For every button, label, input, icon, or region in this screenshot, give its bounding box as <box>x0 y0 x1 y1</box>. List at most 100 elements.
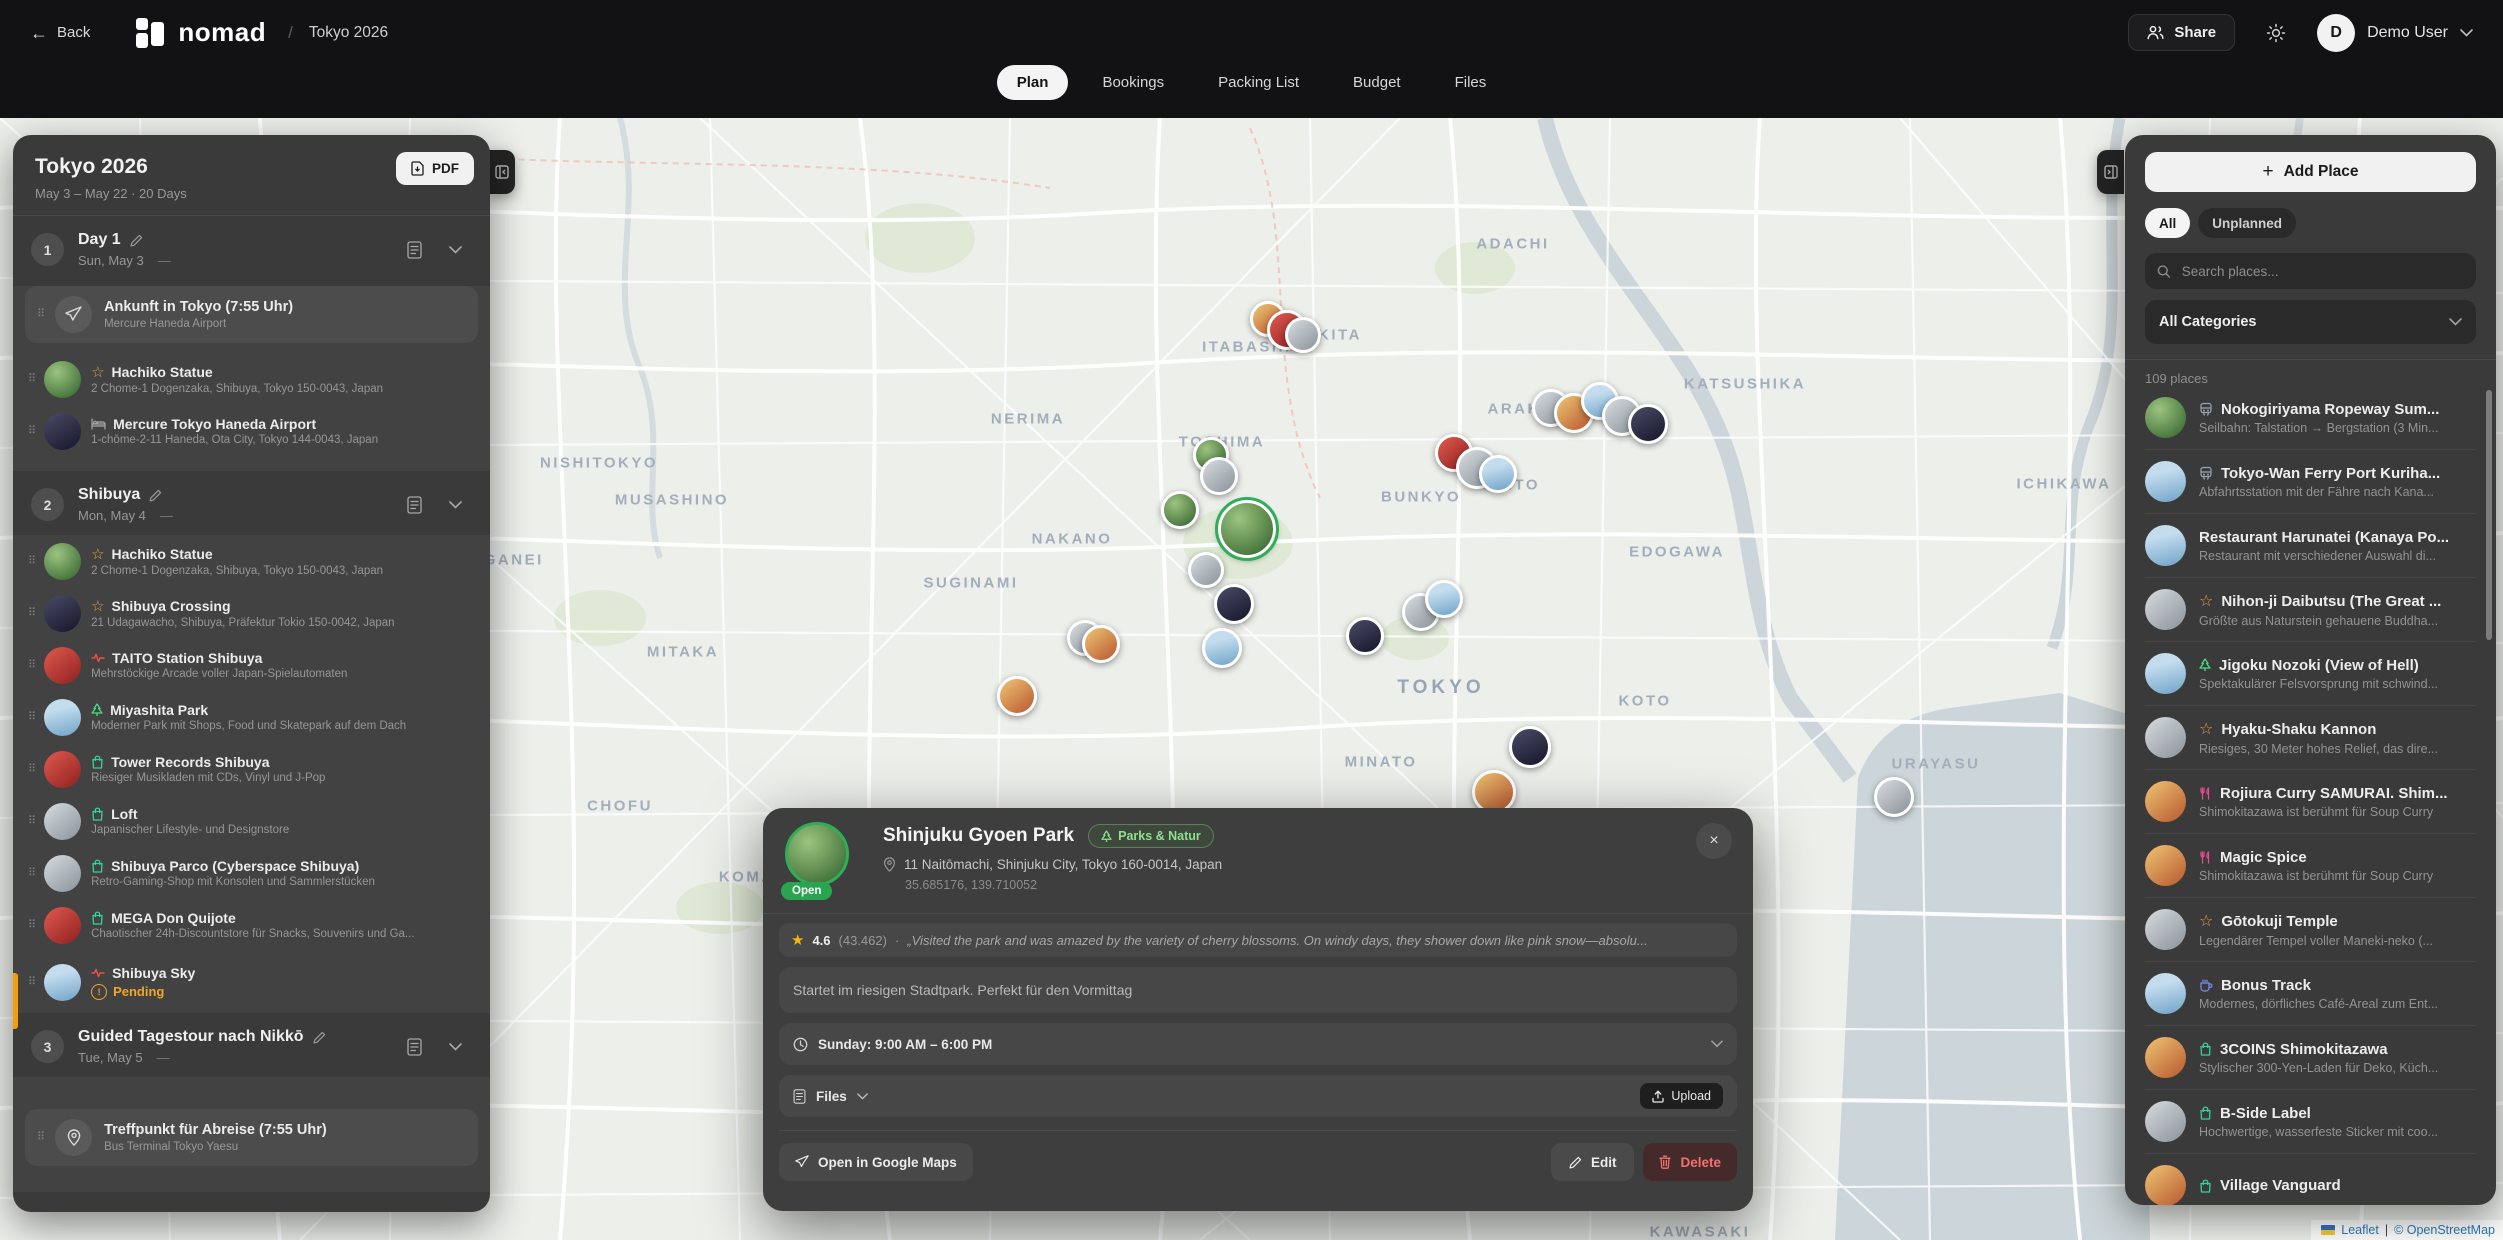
theme-toggle-button[interactable] <box>2259 16 2293 50</box>
place-row[interactable]: Bonus Track Modernes, dörfliches Café-Ar… <box>2145 962 2476 1026</box>
day-header-3[interactable]: 3 Guided Tagestour nach Nikkō Tue, May 5… <box>13 1013 490 1077</box>
drag-handle-icon[interactable]: ⠿ <box>28 920 34 931</box>
map-marker[interactable] <box>1200 457 1238 495</box>
drag-handle-icon[interactable]: ⠿ <box>28 556 34 567</box>
place-row[interactable]: Nokogiriyama Ropeway Sum... Seilbahn: Ta… <box>2145 386 2476 450</box>
place-item[interactable]: ⠿ ☆Hachiko Statue 2 Chome-1 Dogenzaka, S… <box>13 535 490 587</box>
map-marker[interactable] <box>1509 726 1551 768</box>
place-item[interactable]: ⠿ ☆Hachiko Statue 2 Chome-1 Dogenzaka, S… <box>13 353 490 405</box>
pencil-icon[interactable] <box>130 234 143 247</box>
pencil-icon[interactable] <box>313 1031 326 1044</box>
brand-logo[interactable]: nomad <box>134 16 266 50</box>
day-header-2[interactable]: 2 Shibuya Mon, May 4— <box>13 471 490 535</box>
place-row[interactable]: Restaurant Harunatei (Kanaya Po... Resta… <box>2145 514 2476 578</box>
place-item[interactable]: ⠿ Loft Japanischer Lifestyle- und Design… <box>13 795 490 847</box>
place-title: 3COINS Shimokitazawa <box>2220 1041 2388 1058</box>
drag-handle-icon[interactable]: ⠿ <box>28 977 34 988</box>
collapse-right-panel-button[interactable] <box>2097 150 2124 194</box>
chevron-down-icon[interactable] <box>449 501 462 509</box>
filter-all[interactable]: All <box>2145 208 2190 238</box>
drag-handle-icon[interactable]: ⠿ <box>28 426 34 437</box>
back-button[interactable]: ← Back <box>30 24 90 42</box>
share-button[interactable]: Share <box>2128 14 2235 51</box>
tab-files[interactable]: Files <box>1435 65 1507 100</box>
place-row[interactable]: B-Side Label Hochwertige, wasserfeste St… <box>2145 1090 2476 1154</box>
place-row[interactable]: 3COINS Shimokitazawa Stylischer 300-Yen-… <box>2145 1026 2476 1090</box>
place-row[interactable]: Jigoku Nozoki (View of Hell) Spektakulär… <box>2145 642 2476 706</box>
place-row[interactable]: Tokyo-Wan Ferry Port Kuriha... Abfahrtss… <box>2145 450 2476 514</box>
export-pdf-button[interactable]: PDF <box>396 152 474 185</box>
place-item[interactable]: ⠿ Tower Records Shibuya Riesiger Musikla… <box>13 743 490 795</box>
place-row[interactable]: ☆Nihon-ji Daibutsu (The Great ... Größte… <box>2145 578 2476 642</box>
search-input[interactable] <box>2180 263 2464 280</box>
map-marker[interactable] <box>1628 404 1668 444</box>
chevron-down-icon[interactable] <box>449 246 462 254</box>
upload-button[interactable]: Upload <box>1640 1083 1723 1109</box>
place-row[interactable]: Village Vanguard <box>2145 1154 2476 1205</box>
drag-handle-icon[interactable]: ⠿ <box>28 868 34 879</box>
place-item[interactable]: ⠿ Mercure Tokyo Haneda Airport 1-chōme-2… <box>13 405 490 457</box>
drag-handle-icon[interactable]: ⠿ <box>37 1132 43 1143</box>
place-item[interactable]: ⠿ MEGA Don Quijote Chaotischer 24h-Disco… <box>13 899 490 951</box>
filter-unplanned[interactable]: Unplanned <box>2198 208 2296 238</box>
map-marker[interactable] <box>1874 777 1914 817</box>
map-marker-selected[interactable] <box>1218 500 1276 558</box>
place-row[interactable]: ☆Gōtokuji Temple Legendärer Tempel volle… <box>2145 898 2476 962</box>
event-card-arrival[interactable]: ⠿ Ankunft in Tokyo (7:55 Uhr) Mercure Ha… <box>25 286 478 343</box>
place-row[interactable]: Magic Spice Shimokitazawa ist berühmt fü… <box>2145 834 2476 898</box>
place-item[interactable]: ⠿ Miyashita Park Moderner Park mit Shops… <box>13 691 490 743</box>
category-select[interactable]: All Categories <box>2145 300 2476 344</box>
drag-handle-icon[interactable]: ⠿ <box>28 374 34 385</box>
drag-handle-icon[interactable]: ⠿ <box>37 309 43 320</box>
map-marker[interactable] <box>1202 628 1242 668</box>
pencil-icon[interactable] <box>149 489 162 502</box>
map-marker[interactable] <box>1214 584 1254 624</box>
place-row[interactable]: ☆Hyaku-Shaku Kannon Riesiges, 30 Meter h… <box>2145 706 2476 770</box>
opening-hours-row[interactable]: Sunday: 9:00 AM – 6:00 PM <box>779 1023 1737 1065</box>
day-notes-icon[interactable] <box>407 241 422 259</box>
leaflet-link[interactable]: Leaflet <box>2341 1223 2379 1237</box>
drag-handle-icon[interactable]: ⠿ <box>28 712 34 723</box>
drag-handle-icon[interactable]: ⠿ <box>28 660 34 671</box>
event-card-departure[interactable]: ⠿ Treffpunkt für Abreise (7:55 Uhr) Bus … <box>25 1109 478 1166</box>
search-box[interactable] <box>2145 253 2476 289</box>
map-marker[interactable] <box>1346 617 1384 655</box>
osm-link[interactable]: © OpenStreetMap <box>2394 1223 2495 1237</box>
map-marker[interactable] <box>1161 491 1199 529</box>
place-item[interactable]: ⠿ ☆Shibuya Crossing 21 Udagawacho, Shibu… <box>13 587 490 639</box>
edit-button[interactable]: Edit <box>1551 1143 1635 1181</box>
scrollbar-thumb[interactable] <box>2486 390 2492 640</box>
tab-packing-list[interactable]: Packing List <box>1198 65 1319 100</box>
place-row[interactable]: Rojiura Curry SAMURAI. Shim... Shimokita… <box>2145 770 2476 834</box>
tab-bookings[interactable]: Bookings <box>1082 65 1184 100</box>
chevron-down-icon[interactable] <box>449 1043 462 1051</box>
user-menu[interactable]: D Demo User <box>2317 14 2473 52</box>
tab-plan[interactable]: Plan <box>997 65 1069 100</box>
delete-button[interactable]: Delete <box>1643 1143 1737 1181</box>
map-marker[interactable] <box>1082 625 1120 663</box>
place-title: Restaurant Harunatei (Kanaya Po... <box>2199 529 2449 546</box>
close-button[interactable]: × <box>1696 823 1732 859</box>
day-notes-icon[interactable] <box>407 496 422 514</box>
drag-handle-icon[interactable]: ⠿ <box>28 608 34 619</box>
drag-handle-icon[interactable]: ⠿ <box>28 764 34 775</box>
place-item-pending[interactable]: ⠿ Shibuya Sky ! Pending <box>13 951 490 1013</box>
map-marker[interactable] <box>1285 317 1321 353</box>
day-notes-icon[interactable] <box>407 1038 422 1056</box>
open-in-google-maps-button[interactable]: Open in Google Maps <box>779 1143 973 1181</box>
add-place-button[interactable]: + Add Place <box>2145 152 2476 192</box>
place-item[interactable]: ⠿ Shibuya Parco (Cyberspace Shibuya) Ret… <box>13 847 490 899</box>
note-field[interactable]: Startet im riesigen Stadtpark. Perfekt f… <box>779 967 1737 1013</box>
map-marker[interactable] <box>1425 580 1463 618</box>
map-marker[interactable] <box>1479 455 1517 493</box>
rating-row[interactable]: ★ 4.6 (43.462) · „Visited the park and w… <box>779 923 1737 957</box>
drag-handle-icon[interactable]: ⠿ <box>28 816 34 827</box>
collapse-left-panel-button[interactable] <box>488 150 515 194</box>
tab-budget[interactable]: Budget <box>1333 65 1421 100</box>
place-item[interactable]: ⠿ TAITO Station Shibuya Mehrstöckige Arc… <box>13 639 490 691</box>
map-label: NAKANO <box>1032 531 1113 548</box>
map-marker[interactable] <box>997 676 1037 716</box>
day-header-1[interactable]: 1 Day 1 Sun, May 3— <box>13 216 490 280</box>
map-marker[interactable] <box>1188 552 1224 588</box>
files-row[interactable]: Files Upload <box>779 1075 1737 1117</box>
